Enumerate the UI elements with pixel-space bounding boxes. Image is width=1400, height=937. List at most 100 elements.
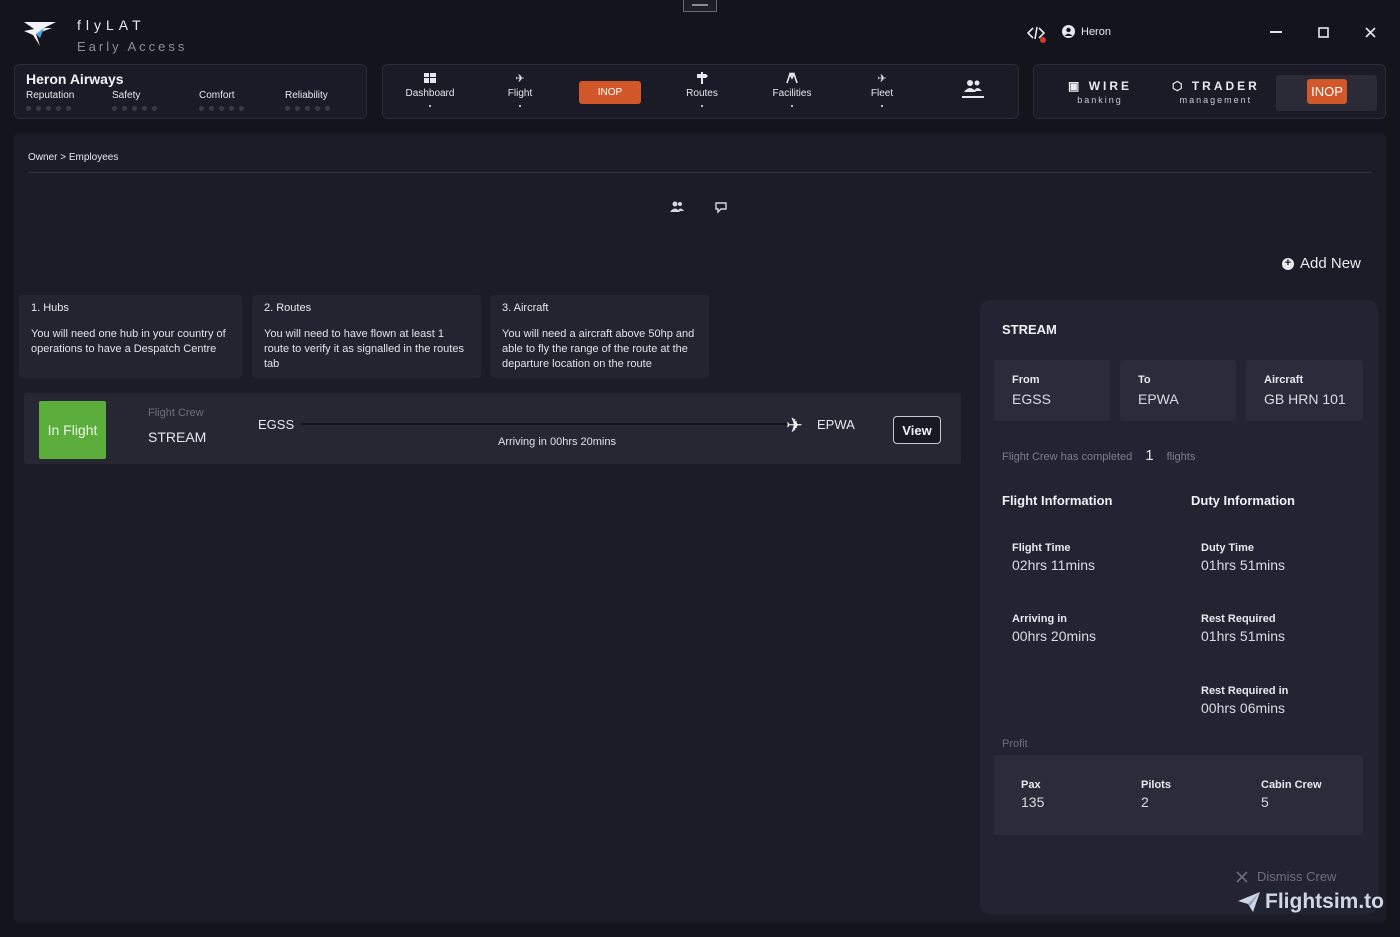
- notification-dot: [1040, 37, 1046, 43]
- requirement-title: 3. Aircraft: [502, 302, 549, 314]
- requirement-body: You will need a aircraft above 50hp and …: [502, 328, 695, 370]
- completed-count: 1: [1145, 447, 1154, 464]
- pax: Pax 135: [1021, 779, 1044, 810]
- nav-fleet[interactable]: ✈ Fleet: [847, 71, 917, 107]
- metric-label: Comfort: [199, 90, 235, 101]
- requirement-title: 1. Hubs: [31, 302, 69, 314]
- origin-code: EGSS: [258, 417, 295, 432]
- chat-tab-icon[interactable]: [714, 200, 728, 214]
- view-button[interactable]: View: [893, 416, 941, 444]
- rating-dots: [285, 106, 330, 111]
- from-value: EGSS: [1012, 391, 1051, 407]
- rating-dots: [199, 106, 244, 111]
- nav-dashboard[interactable]: Dashboard: [395, 71, 465, 107]
- flights-completed: Flight Crew has completed 1 flights: [1002, 447, 1195, 464]
- signpost-icon: [697, 72, 708, 84]
- crew-detail-title: STREAM: [1002, 322, 1057, 337]
- crew-label: Flight Crew: [148, 407, 204, 419]
- destination-code: EPWA: [817, 417, 855, 432]
- metric-safety: Safety: [112, 90, 157, 111]
- metric-label: Safety: [112, 90, 141, 101]
- pax-label: Pax: [1021, 779, 1041, 791]
- to-box: To EPWA: [1120, 360, 1236, 421]
- cabin-label: Cabin Crew: [1261, 779, 1322, 791]
- breadcrumb: Owner > Employees: [28, 152, 119, 163]
- rest-in-value: 00hrs 06mins: [1201, 700, 1286, 716]
- completed-prefix: Flight Crew has completed: [1002, 451, 1133, 463]
- airline-summary: Heron Airways Reputation Safety Comfort …: [14, 64, 367, 119]
- cube-icon: ⬡: [1172, 79, 1186, 93]
- close-button[interactable]: [1360, 22, 1380, 42]
- window-drag-handle[interactable]: [683, 0, 717, 12]
- minimize-button[interactable]: [1266, 22, 1286, 42]
- airline-name: Heron Airways: [26, 71, 124, 87]
- nav-label: Routes: [686, 88, 718, 99]
- main-nav: Dashboard ✈ Flight INOP Routes Facilitie…: [382, 64, 1019, 119]
- rest-required-in: Rest Required in 00hrs 06mins: [1201, 685, 1288, 716]
- metric-comfort: Comfort: [199, 90, 244, 111]
- app-title: flyLAT: [77, 17, 146, 33]
- dismiss-icon: [1236, 870, 1248, 883]
- status-badge: In Flight: [39, 401, 106, 459]
- user-circle-icon: [1062, 25, 1075, 38]
- crew-flight-row[interactable]: In Flight Flight Crew STREAM EGSS ✈ EPWA…: [24, 393, 961, 464]
- user-name: Heron: [1081, 25, 1111, 38]
- crew-tab-icon[interactable]: [670, 200, 684, 214]
- rating-dots: [26, 106, 74, 111]
- aircraft-label: Aircraft: [1264, 374, 1304, 386]
- rating-dots: [112, 106, 157, 111]
- requirement-card-hubs: 1. Hubs You will need one hub in your co…: [19, 295, 242, 378]
- trader-sublabel: management: [1179, 95, 1253, 105]
- paper-plane-icon: [1238, 892, 1260, 912]
- trader-label: TRADER: [1191, 79, 1260, 93]
- trader-management-button[interactable]: ⬡ TRADER management: [1172, 79, 1260, 105]
- dashboard-icon: [424, 73, 436, 83]
- nav-facilities[interactable]: Facilities: [757, 71, 827, 107]
- money-icon: ▣: [1068, 79, 1083, 93]
- duty-time-label: Duty Time: [1201, 542, 1254, 554]
- pax-value: 135: [1021, 794, 1045, 810]
- crew-detail-panel: STREAM From EGSS To EPWA Aircraft GB HRN…: [980, 300, 1378, 914]
- requirement-card-routes: 2. Routes You will need to have flown at…: [252, 295, 481, 378]
- maximize-button[interactable]: [1313, 22, 1333, 42]
- services-nav: ▣ WIRE banking ⬡ TRADER management INOP: [1033, 64, 1386, 119]
- plane-takeoff-icon: ✈: [877, 72, 887, 85]
- flight-time-value: 02hrs 11mins: [1012, 557, 1096, 573]
- dismiss-crew-button[interactable]: Dismiss Crew: [1235, 869, 1336, 884]
- metric-reputation: Reputation: [26, 90, 74, 111]
- aircraft-value: GB HRN 101: [1264, 391, 1346, 407]
- nav-flight[interactable]: ✈ Flight: [485, 71, 555, 107]
- flight-info-title: Flight Information: [1002, 493, 1113, 508]
- nav-label: Dashboard: [405, 88, 455, 99]
- pilots-label: Pilots: [1141, 779, 1171, 791]
- people-icon: [964, 80, 982, 92]
- nav-employees[interactable]: [953, 79, 993, 98]
- pilots: Pilots 2: [1141, 779, 1171, 810]
- add-new-button[interactable]: + Add New: [1282, 255, 1361, 272]
- wire-banking-button[interactable]: ▣ WIRE banking: [1068, 79, 1132, 105]
- services-inop-button[interactable]: INOP: [1307, 79, 1347, 104]
- nav-routes[interactable]: Routes: [667, 71, 737, 107]
- nav-label: Facilities: [772, 88, 812, 99]
- profit-box: Pax 135 Pilots 2 Cabin Crew 5: [994, 755, 1363, 835]
- requirement-body: You will need to have flown at least 1 r…: [264, 328, 464, 370]
- arriving-in: Arriving in 00hrs 20mins: [1012, 613, 1096, 644]
- profit-label: Profit: [1002, 738, 1028, 750]
- flylat-logo-icon: [24, 22, 56, 46]
- plane-icon: ✈: [515, 72, 525, 85]
- arriving-label: Arriving in: [1012, 613, 1068, 625]
- maximize-icon: [1317, 26, 1329, 38]
- from-box: From EGSS: [994, 360, 1110, 421]
- arriving-value: 00hrs 20mins: [1012, 628, 1097, 644]
- completed-suffix: flights: [1166, 451, 1196, 463]
- metric-label: Reputation: [26, 90, 75, 101]
- requirement-card-aircraft: 3. Aircraft You will need a aircraft abo…: [490, 295, 709, 378]
- nav-inop-button[interactable]: INOP: [579, 81, 641, 104]
- app-subtitle: Early Access: [77, 39, 188, 54]
- requirement-title: 2. Routes: [264, 302, 312, 314]
- watermark-text: Flightsim.to: [1265, 890, 1384, 913]
- user-menu[interactable]: Heron: [1062, 25, 1111, 38]
- cabin-value: 5: [1261, 794, 1269, 810]
- minimize-icon: [1270, 31, 1282, 33]
- crew-name: STREAM: [148, 429, 207, 445]
